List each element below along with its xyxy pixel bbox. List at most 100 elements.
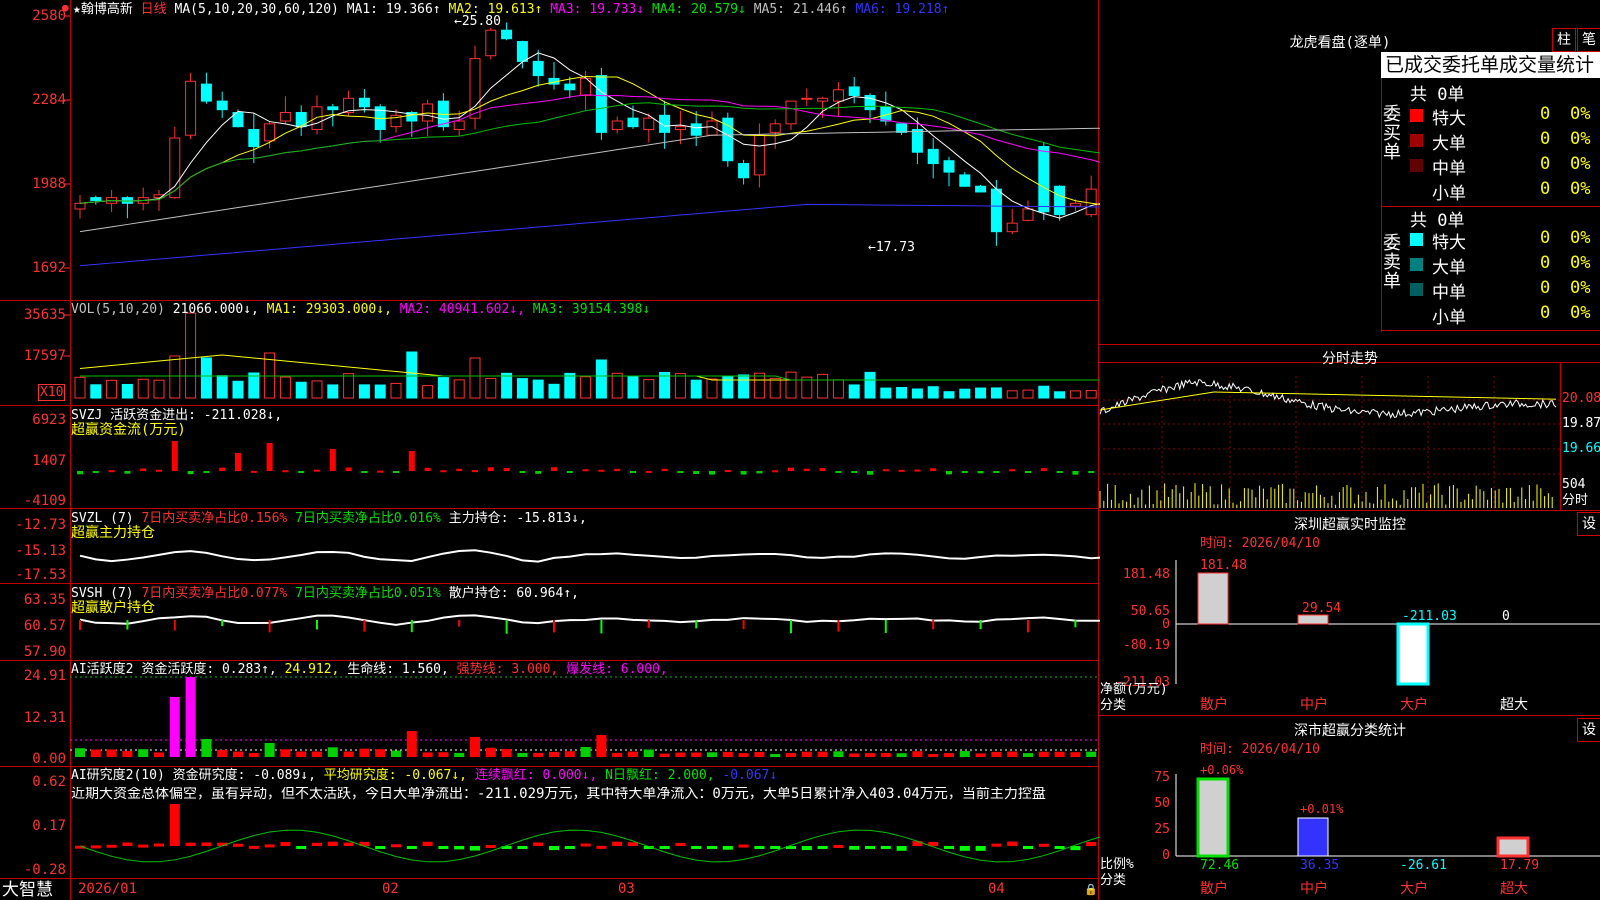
buy-row-qty: 0	[1540, 129, 1551, 149]
buy-row-swatch	[1410, 109, 1423, 122]
intraday-price-line	[1099, 379, 1557, 419]
ai1-p4: 强势线: 3.000,	[456, 662, 559, 677]
sell-row-qty: 0	[1540, 278, 1551, 298]
ss-cat: 中户	[1300, 881, 1328, 897]
intraday-tick: 20.08	[1562, 391, 1600, 406]
low-label: 17.73	[875, 240, 915, 255]
sell-row-swatch	[1410, 283, 1423, 296]
ai2-p3: 连续飘红: 0.000↓,	[474, 768, 598, 783]
high-label: 25.80	[461, 14, 501, 29]
svzl-tick: -15.13	[15, 543, 66, 559]
svsh-sub: 超赢散户持仓	[71, 600, 155, 616]
brand-logo[interactable]: 大智慧	[2, 880, 53, 900]
buy-row-pct: 0%	[1570, 179, 1591, 199]
period-label[interactable]: 日线	[141, 2, 167, 17]
ss-settings-button[interactable]: 设	[1577, 718, 1600, 742]
vol-tick: 17597	[23, 348, 66, 364]
svzl-header: SVZL (7) 7日内买卖净占比0.156% 7日内买卖净占比0.016% 主…	[71, 511, 587, 526]
ai2-comment: 近期大资金总体偏空，虽有异动，但不太活跃，今日大单净流出：-211.029万元，…	[71, 787, 1046, 802]
svzj-tick: 1407	[32, 453, 66, 469]
sell-row-swatch	[1410, 258, 1423, 271]
right-panel-charts	[1099, 379, 1600, 858]
buy-row-qty: 0	[1540, 154, 1551, 174]
ai1-p1: 资金活跃度: 0.283↑,	[141, 662, 277, 677]
ss-tick: 25	[1154, 822, 1170, 837]
high-marker: ←25.80	[454, 14, 501, 29]
pen-mode-button[interactable]: 笔	[1577, 28, 1600, 52]
svzj-header: SVZJ 活跃资金进出: -211.028↓,	[71, 408, 282, 423]
date-label: 04	[988, 881, 1005, 897]
sz-settings-button[interactable]: 设	[1577, 512, 1600, 536]
vol-ma1: MA1: 29303.000↓,	[266, 302, 392, 317]
ai2-p1: 资金研究度: -0.089↓,	[172, 768, 316, 783]
sz-cat: 超大	[1500, 697, 1528, 713]
ss-stats-title: 深市超赢分类统计	[1294, 723, 1406, 739]
sz-bar	[1297, 614, 1329, 625]
ai2-tick: -0.28	[23, 862, 66, 878]
low-marker: ←17.73	[868, 240, 915, 255]
sell-row-name: 小单	[1432, 308, 1466, 328]
sell-row-name: 大单	[1432, 258, 1466, 278]
ss-top-label: +0.06%	[1200, 763, 1244, 777]
svsh-header-label: SVSH (7)	[71, 586, 134, 601]
ai1-p3: 生命线: 1.560,	[347, 662, 449, 677]
buy-row-pct: 0%	[1570, 104, 1591, 124]
sz-bar	[1197, 572, 1229, 625]
svzj-header-text: SVZJ 活跃资金进出: -211.028↓,	[71, 408, 283, 423]
ai2-header: AI研究度2(10) 资金研究度: -0.089↓, 平均研究度: -0.067…	[71, 768, 777, 783]
ai1-tick: 12.31	[23, 710, 66, 726]
buy-row-swatch	[1410, 134, 1423, 147]
ss-value: -26.61	[1400, 858, 1447, 873]
svsh-p2: 7日内买卖净占比0.051%	[295, 586, 441, 601]
svsh-tick: 63.35	[23, 592, 66, 608]
ai1-tick: 24.91	[23, 668, 66, 684]
buy-row-name: 小单	[1432, 184, 1466, 204]
bar-mode-button[interactable]: 柱	[1552, 28, 1576, 52]
price-tick: 2580	[32, 8, 66, 24]
svzl-sub: 超赢主力持仓	[71, 525, 155, 541]
sz-monitor-title: 深圳超赢实时监控	[1294, 517, 1406, 533]
ss-bar	[1496, 836, 1530, 858]
ss-value: 72.46	[1200, 858, 1240, 873]
ai2-p5: -0.067↓	[722, 768, 778, 783]
buy-row-pct: 0%	[1570, 129, 1591, 149]
svzl-p2: 7日内买卖净占比0.016%	[295, 511, 441, 526]
intraday-label: 分时	[1562, 493, 1589, 508]
vol-header-label: VOL(5,10,20)	[71, 302, 165, 317]
buy-row-swatch	[1410, 159, 1423, 172]
ma-value-5: MA5: 21.446↑	[753, 2, 848, 17]
sell-row-swatch	[1410, 233, 1423, 246]
sz-cat: 中户	[1300, 697, 1328, 713]
ss-cat: 超大	[1500, 881, 1528, 897]
svzl-tick: -12.73	[15, 517, 66, 533]
ai1-header: AI活跃度2 资金活跃度: 0.283↑, 24.912, 生命线: 1.560…	[71, 662, 668, 677]
ai2-tick: 0.62	[32, 774, 66, 790]
stock-title[interactable]: ★翰博高新	[73, 2, 133, 17]
svsh-p1: 7日内买卖净占比0.077%	[141, 586, 288, 601]
vol-value: 21066.000↓,	[172, 302, 259, 317]
sell-row-qty: 0	[1540, 253, 1551, 273]
ma-value-4: MA4: 20.579↓	[651, 2, 746, 17]
ai1-p2: 24.912,	[284, 662, 340, 677]
ss-cat: 散户	[1200, 881, 1228, 897]
svzl-tick: -17.53	[15, 567, 66, 583]
ss-value: 17.79	[1500, 858, 1540, 873]
svsh-p3: 散户持仓: 60.964↑,	[448, 586, 579, 601]
svzl-p1: 7日内买卖净占比0.156%	[141, 511, 288, 526]
ma-value-3: MA3: 19.733↓	[550, 2, 645, 17]
svzj-sub: 超赢资金流(万元)	[71, 422, 186, 438]
intraday-tick: 19.87	[1562, 416, 1600, 431]
sell-row-pct: 0%	[1570, 278, 1591, 298]
sz-value: 29.54	[1302, 601, 1342, 616]
svsh-header: SVSH (7) 7日内买卖净占比0.077% 7日内买卖净占比0.051% 散…	[71, 586, 579, 601]
lock-icon[interactable]: 🔒	[1084, 882, 1098, 897]
sell-row-qty: 0	[1540, 228, 1551, 248]
buy-side-label: 委买单	[1383, 104, 1401, 163]
date-label: 2026/01	[78, 881, 138, 897]
sell-side-label: 委卖单	[1383, 233, 1401, 292]
svzj-tick: -4109	[23, 493, 66, 509]
sz-tick: 181.48	[1123, 567, 1170, 582]
price-tick: 1692	[32, 260, 66, 276]
vol-ma3: MA3: 39154.398↓	[532, 302, 651, 317]
ai1-header-label: AI活跃度2	[71, 662, 134, 677]
